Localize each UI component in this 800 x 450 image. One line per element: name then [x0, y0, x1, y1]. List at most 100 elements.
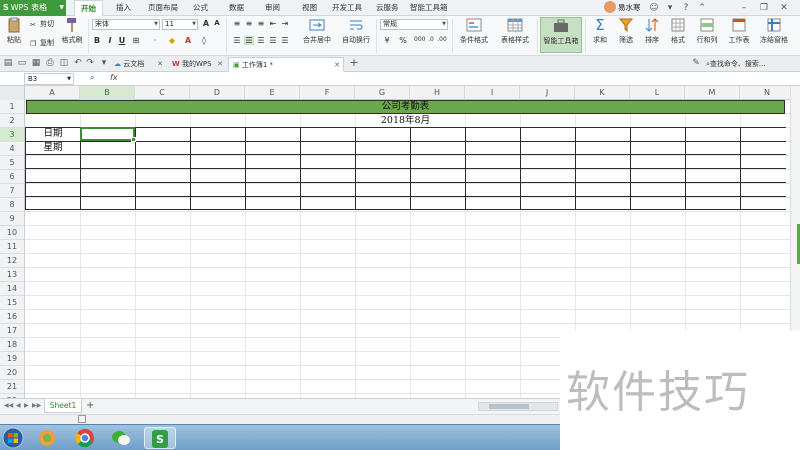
tab-page-layout[interactable]: 页面布局	[148, 0, 178, 16]
distribute-icon[interactable]: ☰	[280, 36, 290, 45]
help-icon[interactable]: ?	[680, 2, 692, 14]
column-header[interactable]: G	[355, 86, 410, 100]
start-button[interactable]	[2, 427, 28, 449]
cloud-sync-icon[interactable]: ☺	[648, 2, 660, 14]
indent-increase-icon[interactable]: ⇥	[280, 19, 290, 28]
label-date[interactable]: 日期	[26, 127, 80, 141]
tab-my-wps[interactable]: W 我的WPS ✕	[168, 57, 226, 72]
save-icon[interactable]: ▦	[30, 57, 42, 69]
increase-font-icon[interactable]: A	[201, 19, 211, 28]
row-header[interactable]: 16	[0, 310, 25, 324]
paste-button[interactable]: 粘贴	[3, 17, 25, 45]
tab-smart-toolbox[interactable]: 智能工具箱	[410, 0, 448, 16]
filter-button[interactable]: 筛选	[614, 17, 638, 45]
column-header[interactable]: J	[520, 86, 575, 100]
taskbar-app-wps[interactable]: S	[144, 427, 176, 449]
taskbar-app-wechat[interactable]	[106, 427, 138, 449]
underline-button[interactable]: U	[117, 36, 127, 45]
align-bottom-icon[interactable]: ≡	[256, 19, 266, 28]
column-header[interactable]: E	[245, 86, 300, 100]
row-header[interactable]: 14	[0, 282, 25, 296]
close-icon[interactable]: ✕	[778, 2, 790, 14]
column-header[interactable]: I	[465, 86, 520, 100]
cut-button[interactable]: ✂ 剪切	[30, 19, 54, 29]
chevron-up-icon[interactable]: ⌃	[696, 2, 708, 14]
currency-button[interactable]: ¥	[382, 36, 392, 45]
scroll-thumb[interactable]	[489, 404, 529, 409]
row-header[interactable]: 9	[0, 212, 25, 226]
prev-sheet-icon[interactable]: ◀	[16, 402, 21, 409]
format-button[interactable]: 格式	[666, 17, 690, 45]
column-header[interactable]: N	[740, 86, 795, 100]
column-header[interactable]: C	[135, 86, 190, 100]
row-col-button[interactable]: 行和列	[692, 17, 722, 45]
tab-developer[interactable]: 开发工具	[332, 0, 362, 16]
row-header[interactable]: 21	[0, 380, 25, 394]
user-account[interactable]: 易水寒	[604, 0, 641, 16]
column-header[interactable]: F	[300, 86, 355, 100]
tab-formulas[interactable]: 公式	[193, 0, 208, 16]
sheet-tab[interactable]: Sheet1	[44, 399, 82, 413]
font-color-icon[interactable]: A	[183, 36, 193, 45]
undo-icon[interactable]: ↶	[72, 57, 84, 69]
active-cell[interactable]	[80, 127, 136, 142]
minimize-icon[interactable]: –	[738, 2, 750, 14]
macro-icon[interactable]	[78, 415, 86, 423]
zoom-search-icon[interactable]: ⌕	[90, 73, 94, 83]
app-menu-button[interactable]: S WPS 表格 ▼	[0, 0, 66, 16]
row-header[interactable]: 1	[0, 100, 25, 114]
column-header[interactable]: B	[80, 86, 135, 100]
column-header[interactable]: K	[575, 86, 630, 100]
row-header[interactable]: 15	[0, 296, 25, 310]
horizontal-scrollbar[interactable]	[478, 402, 558, 411]
last-sheet-icon[interactable]: ▶▶	[32, 402, 41, 409]
row-header[interactable]: 7	[0, 184, 25, 198]
justify-icon[interactable]: ☰	[268, 36, 278, 45]
decrease-decimal-icon[interactable]: .00	[437, 36, 447, 43]
row-header[interactable]: 18	[0, 338, 25, 352]
column-header[interactable]: L	[630, 86, 685, 100]
column-header[interactable]: M	[685, 86, 740, 100]
formula-input[interactable]	[124, 73, 794, 85]
bold-button[interactable]: B	[92, 36, 102, 45]
print-icon[interactable]: ⎙	[44, 57, 56, 69]
row-header[interactable]: 17	[0, 324, 25, 338]
row-header[interactable]: 19	[0, 352, 25, 366]
title-cell[interactable]: 公司考勤表	[26, 100, 785, 114]
merge-center-button[interactable]: 合并居中	[298, 17, 336, 45]
thousands-icon[interactable]: 000	[414, 36, 425, 43]
tab-view[interactable]: 视图	[302, 0, 317, 16]
column-header[interactable]: A	[25, 86, 80, 100]
freeze-panes-button[interactable]: 冻结窗格	[756, 17, 792, 45]
row-header[interactable]: 13	[0, 268, 25, 282]
row-header[interactable]: 5	[0, 156, 25, 170]
percent-button[interactable]: %	[398, 36, 408, 45]
row-header[interactable]: 4	[0, 142, 25, 156]
tab-home[interactable]: 开始	[74, 0, 103, 16]
row-header[interactable]: 3	[0, 128, 25, 142]
open-icon[interactable]: ▭	[16, 57, 28, 69]
function-icon[interactable]: fx	[110, 73, 118, 82]
tab-data[interactable]: 数据	[229, 0, 244, 16]
chevron-down-icon[interactable]: ▾	[98, 57, 110, 69]
tab-review[interactable]: 审阅	[265, 0, 280, 16]
row-header[interactable]: 6	[0, 170, 25, 184]
close-icon[interactable]: ✕	[334, 58, 340, 72]
decrease-font-icon[interactable]: A	[212, 19, 222, 27]
first-sheet-icon[interactable]: ◀◀	[4, 402, 13, 409]
add-sheet-button[interactable]: +	[86, 400, 94, 412]
sort-button[interactable]: 排序	[640, 17, 664, 45]
row-header[interactable]: 10	[0, 226, 25, 240]
taskbar-app-chrome[interactable]	[70, 427, 102, 449]
conditional-format-button[interactable]: 条件格式	[455, 17, 493, 45]
new-tab-icon[interactable]: +	[348, 57, 360, 69]
next-sheet-icon[interactable]: ▶	[24, 402, 29, 409]
select-all-corner[interactable]	[0, 86, 25, 100]
preview-icon[interactable]: ◫	[58, 57, 70, 69]
tab-cloud-docs[interactable]: ☁ 云文档 ✕	[110, 57, 166, 72]
command-search[interactable]: ⌕查找命令、搜索...	[706, 59, 766, 69]
font-size-select[interactable]: 11 ▼	[162, 19, 198, 30]
label-weekday[interactable]: 星期	[26, 141, 80, 154]
fill-color-icon[interactable]: ◆	[167, 36, 177, 45]
align-right-icon[interactable]: ☰	[256, 36, 266, 45]
